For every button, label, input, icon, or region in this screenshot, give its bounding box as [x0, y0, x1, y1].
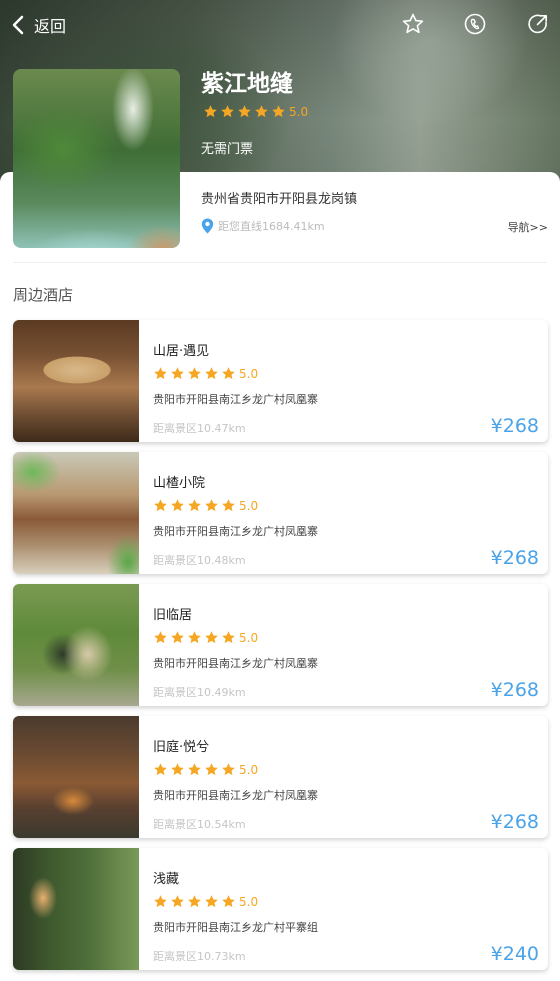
star-icon: [171, 499, 184, 512]
hotel-price: ¥268: [490, 547, 539, 569]
spot-photo: [13, 69, 180, 248]
star-icon: [188, 631, 201, 644]
star-icon: [205, 631, 218, 644]
star-icon: [154, 895, 167, 908]
rating-value: 5.0: [239, 894, 259, 909]
star-icon: [205, 367, 218, 380]
hotel-address: 贵阳市开阳县南江乡龙广村平寨组: [153, 921, 318, 934]
hotel-name: 旧临居: [153, 608, 193, 623]
chevron-left-icon: [12, 15, 24, 35]
star-icon: [171, 895, 184, 908]
hotel-address: 贵阳市开阳县南江乡龙广村凤凰寨: [153, 789, 318, 802]
back-button[interactable]: 返回: [12, 12, 66, 38]
back-label: 返回: [34, 17, 67, 36]
hotel-card[interactable]: 山楂小院 5.0 贵阳市开阳县南江乡龙广村凤凰寨 距离景区10.48km ¥26…: [13, 452, 548, 574]
rating-stars: [153, 630, 236, 645]
star-icon: [154, 763, 167, 776]
star-icon: [221, 105, 234, 118]
hotel-address: 贵阳市开阳县南江乡龙广村凤凰寨: [153, 393, 318, 406]
star-icon: [188, 895, 201, 908]
star-icon: [205, 763, 218, 776]
spot-address: 贵州省贵阳市开阳县龙岗镇: [201, 192, 358, 207]
divider: [13, 262, 547, 263]
star-icon: [222, 631, 235, 644]
star-icon: [222, 367, 235, 380]
hotel-price: ¥240: [490, 943, 539, 965]
hotel-photo: [13, 584, 139, 706]
star-icon: [205, 895, 218, 908]
hotel-distance: 距离景区10.49km: [153, 686, 246, 699]
hotel-rating: 5.0: [153, 762, 258, 777]
rating-value: 5.0: [239, 498, 259, 513]
share-icon[interactable]: [526, 12, 550, 36]
star-outline-icon[interactable]: [401, 12, 425, 36]
rating-value: 5.0: [289, 104, 309, 119]
hotel-distance: 距离景区10.54km: [153, 818, 246, 831]
star-icon: [272, 105, 285, 118]
hotel-address: 贵阳市开阳县南江乡龙广村凤凰寨: [153, 657, 318, 670]
hotel-card[interactable]: 浅藏 5.0 贵阳市开阳县南江乡龙广村平寨组 距离景区10.73km ¥240: [13, 848, 548, 970]
hotel-photo: [13, 716, 139, 838]
spot-title: 紫江地缝: [201, 71, 293, 97]
rating-value: 5.0: [239, 366, 259, 381]
hotel-name: 旧庭·悦兮: [153, 740, 210, 755]
rating-stars: [153, 762, 236, 777]
star-icon: [171, 763, 184, 776]
star-icon: [188, 499, 201, 512]
star-icon: [204, 105, 217, 118]
hotel-rating: 5.0: [153, 894, 258, 909]
rating-stars: [153, 366, 236, 381]
star-icon: [222, 763, 235, 776]
phone-icon[interactable]: [463, 12, 487, 36]
navigate-link[interactable]: 导航>>: [508, 219, 548, 235]
star-icon: [188, 763, 201, 776]
star-icon: [238, 105, 251, 118]
hotel-distance: 距离景区10.73km: [153, 950, 246, 963]
distance-text: 距您直线1684.41km: [218, 220, 325, 233]
rating-value: 5.0: [239, 762, 259, 777]
hotel-name: 浅藏: [153, 872, 180, 887]
rating-stars: [153, 498, 236, 513]
hotel-price: ¥268: [490, 811, 539, 833]
hotel-address: 贵阳市开阳县南江乡龙广村凤凰寨: [153, 525, 318, 538]
hotel-distance: 距离景区10.48km: [153, 554, 246, 567]
spot-distance: 距您直线1684.41km: [201, 218, 325, 234]
star-icon: [171, 367, 184, 380]
star-icon: [255, 105, 268, 118]
hotel-distance: 距离景区10.47km: [153, 422, 246, 435]
ticket-info: 无需门票: [201, 142, 254, 157]
star-icon: [222, 499, 235, 512]
star-icon: [154, 631, 167, 644]
hotel-photo: [13, 848, 139, 970]
hotel-rating: 5.0: [153, 630, 258, 645]
rating-stars: [203, 104, 286, 119]
hotel-rating: 5.0: [153, 498, 258, 513]
hotel-price: ¥268: [490, 679, 539, 701]
rating-value: 5.0: [239, 630, 259, 645]
star-icon: [188, 367, 201, 380]
star-icon: [171, 631, 184, 644]
star-icon: [205, 499, 218, 512]
spot-rating: 5.0: [203, 104, 308, 119]
top-bar: 返回: [0, 0, 560, 50]
hotel-photo: [13, 320, 139, 442]
hotel-name: 山居·遇见: [153, 344, 210, 359]
hotel-name: 山楂小院: [153, 476, 206, 491]
hotel-card[interactable]: 旧临居 5.0 贵阳市开阳县南江乡龙广村凤凰寨 距离景区10.49km ¥268: [13, 584, 548, 706]
hotel-card[interactable]: 旧庭·悦兮 5.0 贵阳市开阳县南江乡龙广村凤凰寨 距离景区10.54km ¥2…: [13, 716, 548, 838]
star-icon: [154, 499, 167, 512]
hotel-photo: [13, 452, 139, 574]
location-pin-icon: [201, 218, 214, 234]
hotel-card[interactable]: 山居·遇见 5.0 贵阳市开阳县南江乡龙广村凤凰寨 距离景区10.47km ¥2…: [13, 320, 548, 442]
rating-stars: [153, 894, 236, 909]
star-icon: [222, 895, 235, 908]
hotel-price: ¥268: [490, 415, 539, 437]
section-title: 周边酒店: [13, 286, 74, 304]
hotel-rating: 5.0: [153, 366, 258, 381]
star-icon: [154, 367, 167, 380]
